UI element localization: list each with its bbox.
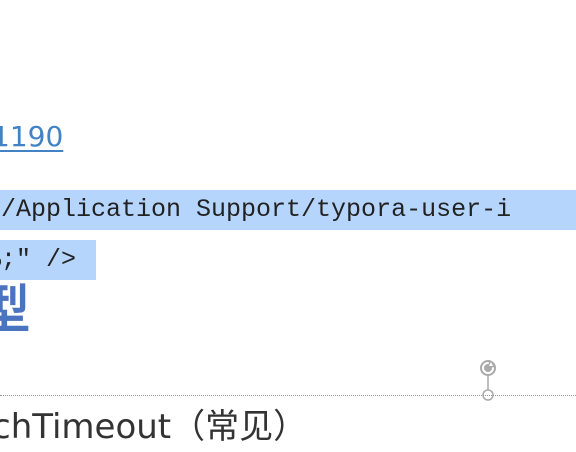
code-text-2: %;" />: [0, 245, 77, 274]
link-paragraph: 1190: [0, 114, 63, 158]
document-link[interactable]: 1190: [0, 120, 63, 153]
code-text-1: y/Application Support/typora-user-i: [0, 195, 512, 224]
selection-highlight: y/Application Support/typora-user-i: [0, 190, 576, 230]
image-boundary-divider: [0, 395, 576, 396]
code-line-selected-2[interactable]: %;" />: [0, 240, 100, 280]
section-heading: 型: [0, 281, 31, 341]
selection-highlight: %;" />: [0, 240, 96, 280]
paragraph-text: chTimeout（常见）: [0, 407, 308, 447]
code-line-selected-1[interactable]: y/Application Support/typora-user-i: [0, 190, 576, 230]
editor-document: 1190 y/Application Support/typora-user-i…: [0, 0, 576, 452]
